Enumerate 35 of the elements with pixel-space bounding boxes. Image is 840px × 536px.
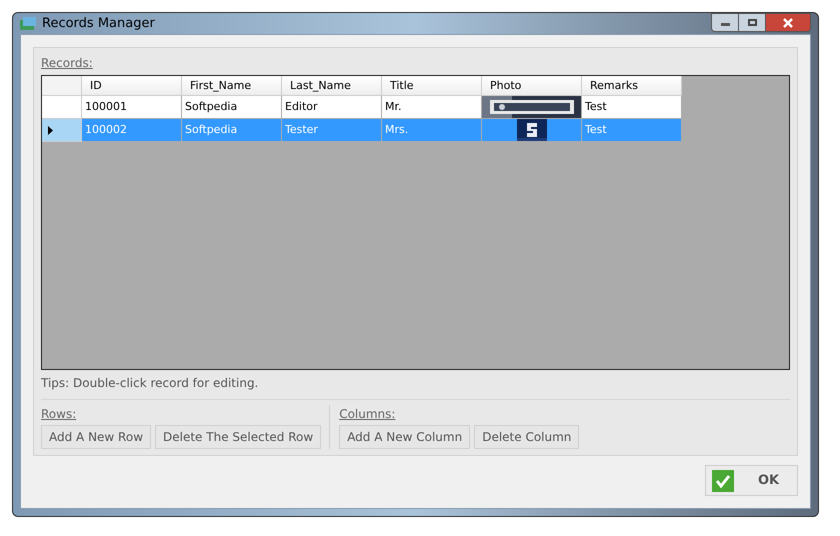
row-header xyxy=(42,76,82,96)
maximize-button[interactable] xyxy=(739,13,766,32)
column-header[interactable]: Title xyxy=(382,76,482,96)
column-header[interactable]: First_Name xyxy=(182,76,282,96)
section-label: Rows: xyxy=(41,406,78,423)
current-row-icon xyxy=(48,126,53,134)
table-cell: Test xyxy=(582,119,682,142)
table-cell: Mr. xyxy=(382,96,482,119)
window-title: Records Manager xyxy=(42,14,155,33)
close-button[interactable] xyxy=(766,13,811,32)
table-cell: Softpedia xyxy=(182,119,282,142)
column-header[interactable]: ID xyxy=(82,76,182,96)
table-cell: Editor xyxy=(282,96,382,119)
row-header[interactable] xyxy=(42,119,82,142)
table-cell: Mrs. xyxy=(382,119,482,142)
minimize-button[interactable] xyxy=(711,13,739,32)
ok-button[interactable]: OK xyxy=(705,465,798,496)
checkmark-icon xyxy=(712,470,734,492)
column-header[interactable]: Last_Name xyxy=(282,76,382,96)
column-header[interactable]: Remarks xyxy=(582,76,682,96)
table-cell: 100002 xyxy=(82,119,182,142)
column-header[interactable]: Photo xyxy=(482,76,582,96)
section-label: Records: xyxy=(41,55,94,72)
action-button[interactable]: Add A New Column xyxy=(339,425,470,449)
action-button[interactable]: Add A New Row xyxy=(41,425,152,449)
table-cell: 100001 xyxy=(82,96,182,119)
table-cell: Softpedia xyxy=(182,96,282,119)
action-button[interactable]: Delete Column xyxy=(474,425,580,449)
table-cell: Tester xyxy=(282,119,382,142)
action-button[interactable]: Delete The Selected Row xyxy=(155,425,322,449)
tips-text: Tips: Double-click record for editing. xyxy=(41,374,790,400)
close-icon xyxy=(782,18,794,28)
table-cell: Test xyxy=(582,96,682,119)
section-label: Columns: xyxy=(339,406,396,423)
app-icon xyxy=(20,16,36,30)
